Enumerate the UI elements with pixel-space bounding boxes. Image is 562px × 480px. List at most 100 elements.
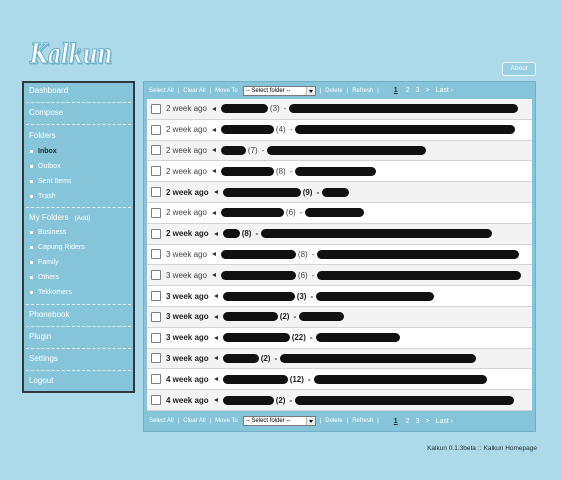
message-row[interactable]: 3 week ago (6) - [147,265,532,287]
message-row[interactable]: 3 week ago (2) - [147,306,532,328]
redacted-preview[interactable] [305,208,365,218]
message-checkbox[interactable] [151,395,161,406]
message-checkbox[interactable] [151,332,161,343]
message-row[interactable]: 3 week ago (8) - [147,244,532,266]
refresh-link[interactable]: Refresh [352,418,373,424]
sidebar-item-dashboard[interactable]: Dashboard [29,85,131,97]
homepage-link[interactable]: Kalkun Homepage [484,445,537,452]
redacted-sender[interactable] [220,145,246,155]
message-row[interactable]: 2 week ago (7) - [147,140,532,162]
about-button[interactable]: About [502,62,536,76]
message-row[interactable]: 2 week ago (8) - [147,223,532,245]
redacted-sender[interactable] [222,187,301,197]
redacted-preview[interactable] [295,125,516,135]
message-checkbox[interactable] [151,311,161,322]
message-row[interactable]: 4 week ago (2) - [147,390,532,411]
redacted-preview[interactable] [317,270,522,280]
message-row[interactable]: 2 week ago (9) - [147,182,532,203]
redacted-sender[interactable] [220,208,284,218]
message-checkbox[interactable] [151,249,161,260]
sidebar-item-business[interactable]: Business [29,225,131,240]
message-checkbox[interactable] [151,166,161,177]
clear-all-link[interactable]: Clear All [183,418,205,424]
folder-select[interactable]: -- Select folder -- [242,416,316,426]
sidebar-item-logout[interactable]: Logout [29,375,131,387]
message-row[interactable]: 3 week ago (22) - [147,327,532,349]
message-row[interactable]: 2 week ago (4) - [147,119,532,141]
redacted-preview[interactable] [267,145,427,155]
redacted-preview[interactable] [280,353,477,363]
redacted-preview[interactable] [316,291,435,301]
redacted-preview[interactable] [322,187,350,197]
redacted-preview[interactable] [295,166,377,176]
message-row[interactable]: 3 week ago (3) - [147,286,532,307]
next-page-link[interactable]: > [426,87,430,94]
message-row[interactable]: 2 week ago (3) - [147,99,532,120]
last-page-link[interactable]: Last › [436,418,454,425]
select-all-link[interactable]: Select All [149,88,174,94]
sidebar-item-capung-riders[interactable]: Capung Riders [29,240,131,255]
last-page-link[interactable]: Last › [436,87,454,94]
redacted-sender[interactable] [222,333,290,343]
select-all-link[interactable]: Select All [149,418,174,424]
sidebar-item-outbox[interactable]: Outbox [29,159,131,174]
redacted-sender[interactable] [220,125,274,135]
page-link-3[interactable]: 3 [416,87,420,94]
sidebar-item-compose[interactable]: Compose [29,107,131,119]
clear-all-link[interactable]: Clear All [183,88,205,94]
redacted-preview[interactable] [313,374,487,384]
redacted-preview[interactable] [261,229,493,239]
redacted-sender[interactable] [222,229,240,239]
message-checkbox[interactable] [151,374,161,385]
message-checkbox[interactable] [151,103,161,114]
sidebar-item-settings[interactable]: Settings [29,353,131,365]
refresh-link[interactable]: Refresh [352,88,373,94]
message-count: (22) [291,333,306,343]
redacted-preview[interactable] [299,312,345,322]
message-row[interactable]: 3 week ago (2) - [147,348,532,370]
sidebar-item-others[interactable]: Others [29,270,131,285]
page-link-2[interactable]: 2 [406,418,410,425]
redacted-preview[interactable] [317,249,520,259]
redacted-preview[interactable] [295,395,515,405]
sidebar-item-trash[interactable]: Trash [29,189,131,204]
message-count: (7) [247,145,258,155]
redacted-sender[interactable] [220,166,274,176]
delete-link[interactable]: Delete [325,418,342,424]
message-checkbox[interactable] [151,124,161,135]
message-checkbox[interactable] [151,270,161,281]
redacted-sender[interactable] [222,374,288,384]
redacted-sender[interactable] [222,353,259,363]
redacted-sender[interactable] [222,291,295,301]
redacted-sender[interactable] [220,270,296,280]
message-checkbox[interactable] [151,291,161,302]
delete-link[interactable]: Delete [325,88,342,94]
footer: Kalkun 0.1.3beta:: Kalkun Homepage [425,444,537,454]
page-link-3[interactable]: 3 [416,418,420,425]
add-folder-link[interactable]: (Add) [75,215,91,222]
next-page-link[interactable]: > [426,418,430,425]
sidebar-item-family[interactable]: Family [29,255,131,270]
sidebar-item-tekkomers[interactable]: Tekkomers [29,285,131,300]
page-link-2[interactable]: 2 [406,87,410,94]
message-checkbox[interactable] [151,207,161,218]
folder-select[interactable]: -- Select folder -- [242,85,316,96]
message-checkbox[interactable] [151,187,161,198]
sidebar-item-inbox[interactable]: Inbox [29,144,131,159]
message-row[interactable]: 2 week ago (6) - [147,202,532,224]
redacted-sender[interactable] [222,312,278,322]
sidebar-item-plugin[interactable]: Plugin [29,331,131,343]
message-checkbox[interactable] [151,145,161,156]
message-checkbox[interactable] [151,353,161,364]
pagination: 1 2 3 > Last › [394,87,459,94]
sidebar-item-sent-items[interactable]: Sent Items [29,174,131,189]
sidebar-item-phonebook[interactable]: Phonebook [29,309,131,321]
redacted-preview[interactable] [315,333,400,343]
redacted-sender[interactable] [222,395,274,405]
redacted-preview[interactable] [289,104,519,114]
message-checkbox[interactable] [151,228,161,239]
redacted-sender[interactable] [220,249,296,259]
message-row[interactable]: 4 week ago (12) - [147,369,532,391]
message-row[interactable]: 2 week ago (8) - [147,161,532,183]
redacted-sender[interactable] [220,104,268,114]
